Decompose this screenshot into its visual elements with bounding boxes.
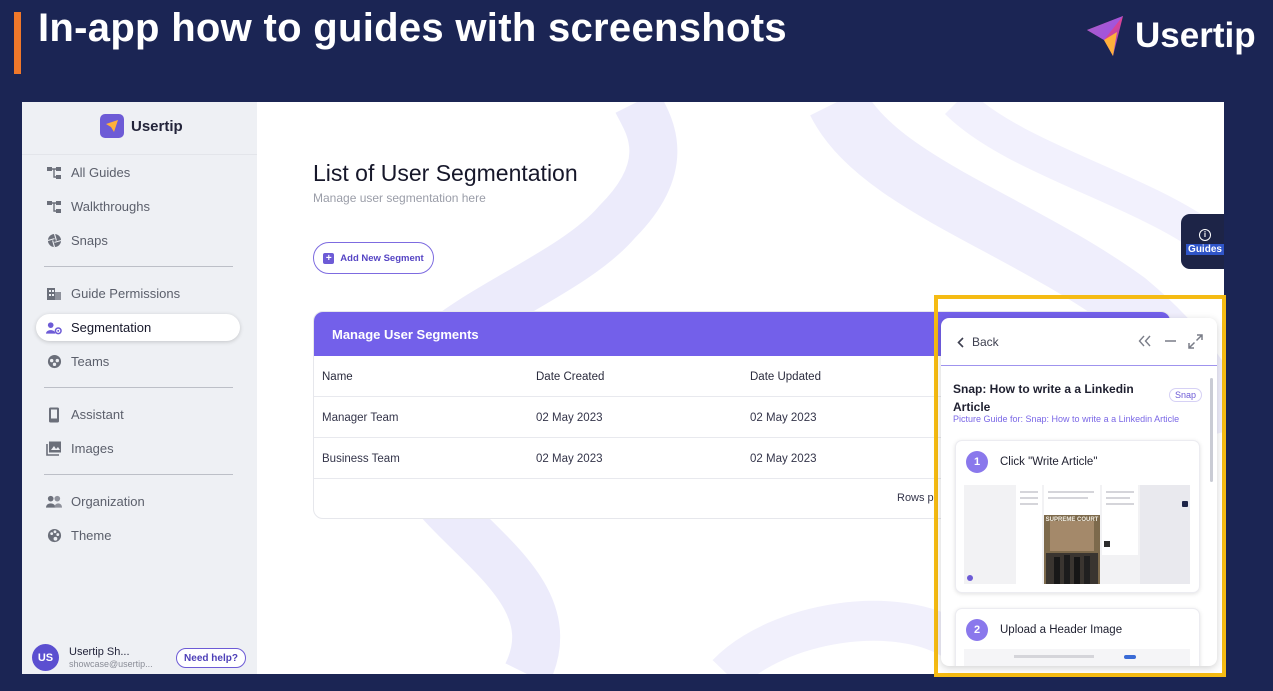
date-created: 02 May 2023 [536,412,603,424]
sidebar-divider [44,266,233,267]
user-email: showcase@usertip... [69,659,153,669]
sidebar-item-label: Walkthroughs [71,199,150,214]
date-created: 02 May 2023 [536,453,603,465]
user-profile: US Usertip Sh... showcase@usertip... Nee… [32,644,252,672]
banner-title: In-app how to guides with screenshots [38,6,787,50]
segment-name: Manager Team [322,412,399,424]
guides-launcher-tab[interactable]: i Guides [1181,214,1224,269]
sidebar-logo[interactable]: Usertip [100,114,183,138]
sitemap-icon [46,165,62,181]
sidebar-item-label: Organization [71,494,145,509]
step-header: 1 Click "Write Article" [966,451,1097,473]
sidebar-item-label: Segmentation [71,320,152,335]
sidebar-item-label: Teams [71,354,110,369]
step-number: 2 [966,619,988,641]
column-header-date-created[interactable]: Date Created [536,371,604,383]
page-subtitle: Manage user segmentation here [313,191,486,205]
add-new-segment-button[interactable]: + Add New Segment [313,242,434,274]
sidebar-item-all-guides[interactable]: All Guides [36,159,240,186]
aperture-icon [46,233,62,249]
guide-title: Snap: How to write a a Linkedin Article [953,382,1134,414]
guide-panel-controls [1137,333,1203,349]
step-screenshot[interactable] [964,649,1190,666]
sidebar-item-walkthroughs[interactable]: Walkthroughs [36,193,240,220]
sidebar-item-teams[interactable]: Teams [36,348,240,375]
page-title: List of User Segmentation [313,160,578,186]
guide-step-card[interactable]: 1 Click "Write Article" SUPREME COURT [955,440,1200,593]
sidebar-item-label: Guide Permissions [71,286,181,301]
sidebar-divider [44,387,233,388]
image-icon [46,441,62,457]
sidebar-logo-text: Usertip [131,117,183,135]
avatar[interactable]: US [32,644,59,671]
segment-name: Business Team [322,453,400,465]
sitemap-icon [46,199,62,215]
usertip-logo-icon [1087,16,1123,56]
plus-icon: + [323,252,335,264]
double-chevron-left-icon[interactable] [1137,333,1153,349]
screenshot-caption: SUPREME COURT [1046,517,1099,523]
sidebar-divider [44,474,233,475]
column-header-date-updated[interactable]: Date Updated [750,371,821,383]
people-icon [46,494,62,510]
step-label: Click "Write Article" [1000,456,1098,468]
column-header-name[interactable]: Name [322,371,353,383]
step-number: 1 [966,451,988,473]
guide-panel: Back Snap: How to write a a Linkedin Art… [941,318,1217,666]
sidebar-item-label: Theme [71,528,112,543]
info-icon: i [1199,228,1211,241]
step-header: 2 Upload a Header Image [966,619,1122,641]
palette-icon [46,528,62,544]
banner-accent-bar [14,12,21,74]
users-cog-icon [46,320,62,336]
need-help-button[interactable]: Need help? [176,648,246,668]
brand-logo: Usertip [1083,12,1256,60]
sidebar-item-label: Assistant [71,407,124,422]
sidebar: Usertip All Guides Walkthroughs Snaps Gu… [22,102,257,674]
sidebar-item-label: Images [71,441,114,456]
rows-per-page-label: Rows p [897,492,934,504]
guide-panel-header: Back [941,318,1217,366]
chevron-left-icon [957,336,964,348]
team-icon [46,354,62,370]
sidebar-item-guide-permissions[interactable]: Guide Permissions [36,280,240,307]
sidebar-item-theme[interactable]: Theme [36,522,240,549]
user-name: Usertip Sh... [69,646,130,658]
sidebar-item-label: Snaps [71,233,108,248]
building-icon [46,286,62,302]
step-label: Upload a Header Image [1000,624,1123,636]
sidebar-item-snaps[interactable]: Snaps [36,227,240,254]
sidebar-item-label: All Guides [71,165,131,180]
date-updated: 02 May 2023 [750,453,817,465]
sidebar-item-images[interactable]: Images [36,435,240,462]
guides-tab-label: Guides [1186,243,1224,255]
usertip-logo-icon [100,114,124,138]
sidebar-item-segmentation[interactable]: Segmentation [36,314,240,341]
brand-name: Usertip [1135,16,1256,55]
back-button[interactable]: Back [957,335,999,349]
sidebar-item-assistant[interactable]: Assistant [36,401,240,428]
snap-badge: Snap [1169,388,1203,402]
tablet-icon [46,407,62,423]
date-updated: 02 May 2023 [750,412,817,424]
panel-scrollbar[interactable] [1210,378,1213,482]
sidebar-item-organization[interactable]: Organization [36,488,240,515]
expand-icon[interactable] [1187,333,1203,349]
minimize-icon[interactable] [1162,333,1178,349]
step-screenshot[interactable]: SUPREME COURT [964,481,1190,584]
guide-subtitle: Picture Guide for: Snap: How to write a … [953,414,1180,424]
sidebar-divider [22,154,257,155]
back-label: Back [972,335,999,349]
add-new-segment-label: Add New Segment [340,252,424,264]
guide-step-card[interactable]: 2 Upload a Header Image [955,608,1200,666]
